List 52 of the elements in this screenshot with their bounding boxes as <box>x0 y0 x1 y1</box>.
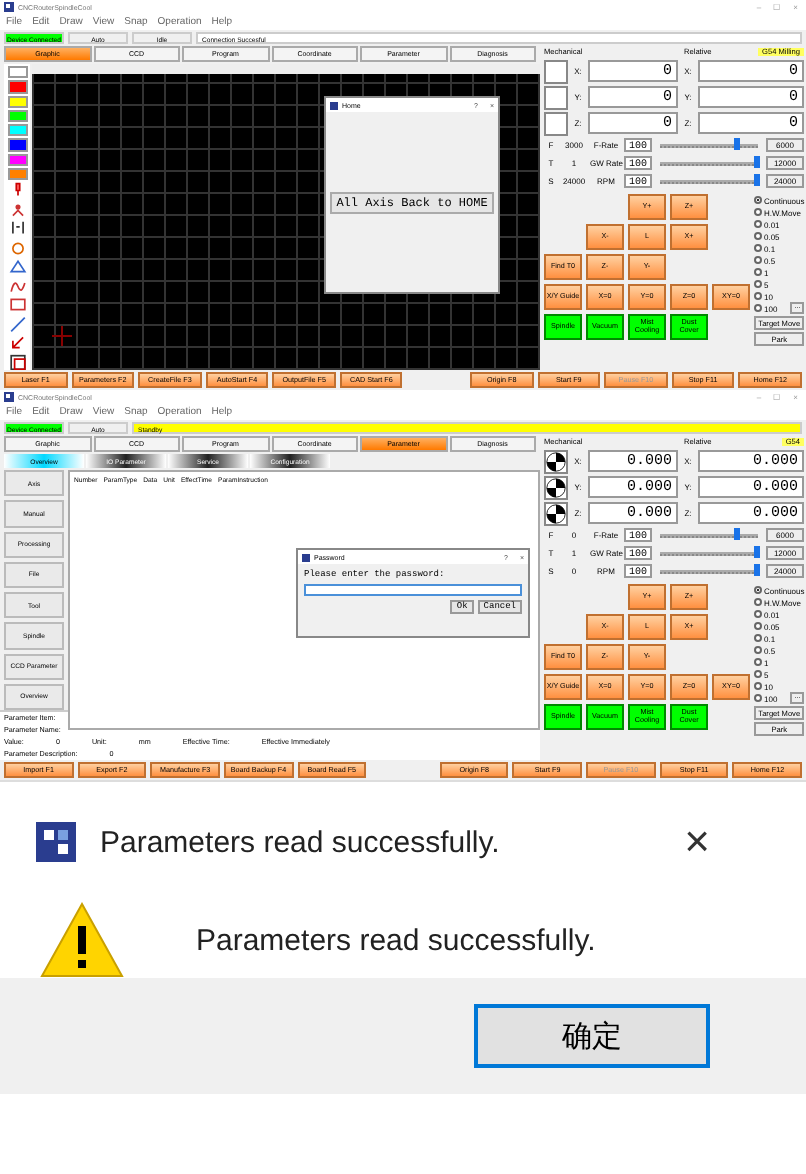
arrow-icon <box>7 334 27 351</box>
radio-button[interactable] <box>754 586 762 594</box>
person-icon <box>7 201 27 218</box>
radio-button[interactable] <box>754 694 762 702</box>
radio-button[interactable] <box>754 208 762 216</box>
radio-button[interactable] <box>754 292 762 300</box>
message-text: Parameters read successfully. <box>196 923 596 957</box>
app-logo-icon <box>330 101 338 109</box>
slider-thumb[interactable] <box>754 545 760 557</box>
slider-thumb[interactable] <box>734 527 741 539</box>
radio-button[interactable] <box>754 598 762 606</box>
color-swatch[interactable] <box>7 153 27 166</box>
radio-button[interactable] <box>754 658 762 666</box>
bracket-icon <box>7 220 27 237</box>
slider-thumb[interactable] <box>754 563 760 575</box>
radio-button[interactable] <box>754 682 762 690</box>
line-tool-icon <box>7 315 27 332</box>
ok-button[interactable]: 确定 <box>474 1004 710 1068</box>
color-swatch[interactable] <box>7 95 27 108</box>
radio-button[interactable] <box>754 244 762 252</box>
radio-button[interactable] <box>754 304 762 312</box>
password-field[interactable] <box>304 584 522 596</box>
slider-thumb[interactable] <box>754 173 760 185</box>
radio-button[interactable] <box>754 646 762 654</box>
color-swatch[interactable] <box>7 66 27 79</box>
app-logo-icon <box>36 822 76 862</box>
radio-button[interactable] <box>754 670 762 678</box>
radio-button[interactable] <box>754 220 762 228</box>
crosshair-icon <box>52 326 72 346</box>
radio-button[interactable] <box>754 256 762 264</box>
color-swatch[interactable] <box>7 109 27 122</box>
radio-button[interactable] <box>754 196 762 204</box>
square-tool-icon <box>7 353 27 370</box>
radio-button[interactable] <box>754 634 762 642</box>
warning-icon <box>40 902 124 978</box>
circle-tool-icon <box>7 239 27 256</box>
radio-button[interactable] <box>754 622 762 630</box>
color-swatch[interactable] <box>7 167 27 180</box>
radio-button[interactable] <box>754 232 762 240</box>
radio-button[interactable] <box>754 268 762 276</box>
color-swatch[interactable] <box>7 80 27 93</box>
curve-tool-icon <box>7 277 27 294</box>
radio-button[interactable] <box>754 280 762 288</box>
slider-thumb[interactable] <box>734 137 741 149</box>
color-swatch[interactable] <box>7 138 27 151</box>
app-logo-icon <box>302 553 310 561</box>
color-swatch[interactable] <box>7 124 27 137</box>
close-button[interactable]: × <box>684 816 710 868</box>
triangle-tool-icon <box>7 258 27 275</box>
radio-button[interactable] <box>754 610 762 618</box>
slider-thumb[interactable] <box>754 155 760 167</box>
dialog-title: Parameters read successfully. <box>100 825 500 859</box>
